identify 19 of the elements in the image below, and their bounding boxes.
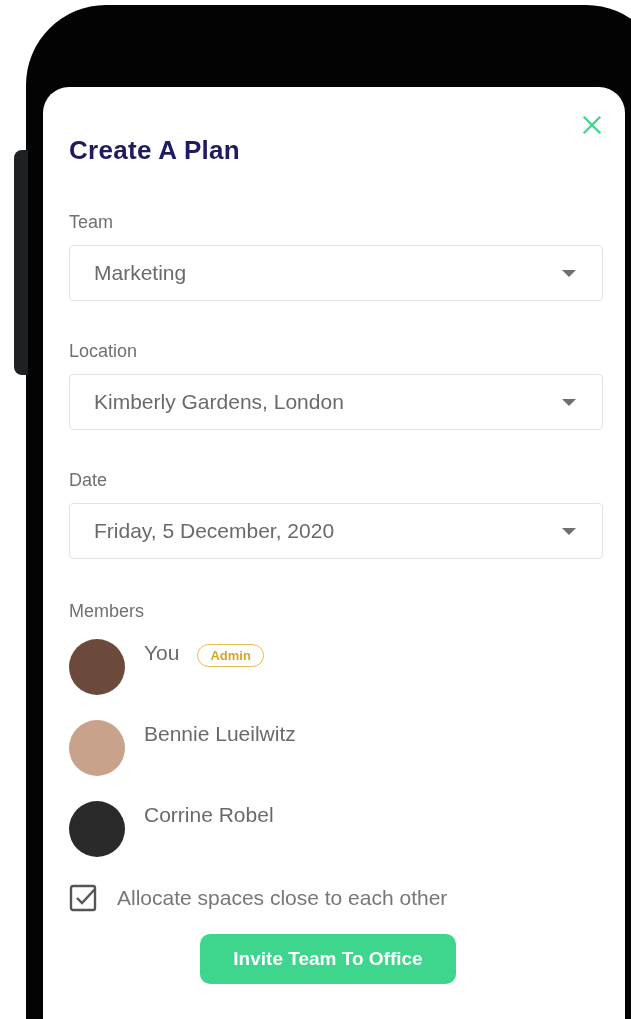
field-label: Team — [69, 212, 114, 233]
member-name: Corrine Robel — [144, 803, 274, 827]
avatar-placeholder — [69, 801, 125, 857]
checkbox-label: Allocate spaces close to each other — [117, 886, 448, 910]
caret-icon — [562, 527, 576, 535]
field-label: Date — [69, 470, 109, 491]
field-label: Location — [69, 341, 139, 362]
dialog-title: Create A Plan — [69, 135, 241, 166]
avatar-placeholder — [69, 720, 125, 776]
members-label: Members — [69, 601, 145, 622]
dropdown-field[interactable]: Friday, 5 December, 2020 — [69, 503, 603, 559]
avatar-placeholder — [69, 639, 125, 695]
dropdown-field[interactable]: Kimberly Gardens, London — [69, 374, 603, 430]
member-name: Bennie Lueilwitz — [144, 722, 296, 746]
dropdown-field[interactable]: Marketing — [69, 245, 603, 301]
checkbox[interactable] — [69, 884, 97, 912]
caret-icon — [562, 269, 576, 277]
caret-icon — [562, 398, 576, 406]
member-name: You — [144, 641, 180, 665]
